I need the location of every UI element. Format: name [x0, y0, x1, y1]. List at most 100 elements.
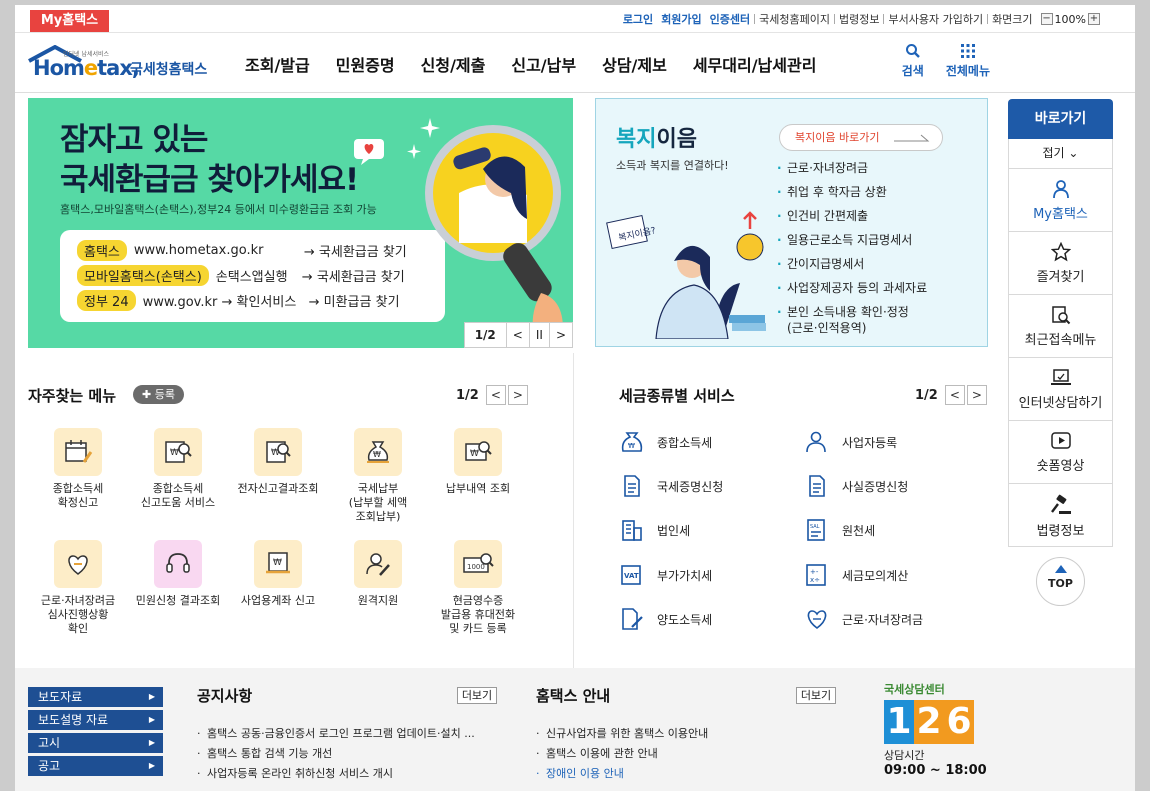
- tax-capital-gains[interactable]: 양도소득세: [619, 608, 712, 630]
- tax-simulation[interactable]: +- x÷ 세금모의계산: [804, 564, 908, 586]
- favorites-prev-button[interactable]: <: [485, 385, 506, 405]
- tax-services-prev-button[interactable]: <: [944, 385, 965, 405]
- tax-corporate[interactable]: 법인세: [619, 519, 690, 541]
- fav-civil-result[interactable]: 민원신청 결과조회: [128, 540, 228, 608]
- gnb-apply-submit[interactable]: 신청/제출: [421, 52, 486, 76]
- tax-comprehensive-income[interactable]: ₩ 종합소득세: [619, 431, 712, 453]
- notification-link[interactable]: 고시: [28, 733, 163, 753]
- quick-law-info[interactable]: 법령정보: [1008, 484, 1113, 547]
- salary-document-icon: SAL: [807, 519, 825, 541]
- footer-area: 보도자료 보도설명 자료 고시 공고 공지사항 더보기 홈택스 공동·금융인증서…: [15, 668, 1135, 791]
- nts-homepage-link[interactable]: 국세청홈페이지: [755, 11, 834, 27]
- banner-pause-button[interactable]: II: [528, 323, 549, 347]
- guide-more-button[interactable]: 더보기: [796, 687, 836, 704]
- welfare-subtitle: 소득과 복지를 연결하다!: [616, 159, 729, 172]
- hours-value: 09:00 ~ 18:00: [884, 763, 987, 778]
- gnb-civil-cert[interactable]: 민원증명: [336, 52, 395, 76]
- press-release-link[interactable]: 보도자료: [28, 687, 163, 707]
- zoom-in-button[interactable]: +: [1088, 13, 1100, 25]
- gnb-lookup-issue[interactable]: 조회/발급: [245, 52, 310, 76]
- refund-banner[interactable]: 잠자고 있는 국세환급금 찾아가세요! 홈택스,모바일홈택스(손택스),정부24 …: [28, 98, 573, 348]
- guide-item[interactable]: 홈택스 이용에 관한 안내: [536, 744, 836, 764]
- notice-item[interactable]: 홈택스 공동·금융인증서 로그인 프로그램 업데이트·설치 ...: [197, 724, 497, 744]
- fav-cash-receipt-card[interactable]: 1000 현금영수증 발급용 휴대전화 및 카드 등록: [428, 540, 528, 636]
- tax-business-registration[interactable]: 사업자등록: [804, 431, 897, 453]
- zoom-level: 100%: [1054, 12, 1086, 26]
- gnb-report-pay[interactable]: 신고/납부: [511, 52, 576, 76]
- section-divider: [573, 353, 574, 668]
- search-button[interactable]: 검색: [902, 43, 924, 79]
- dept-user-join-link[interactable]: 부서사용자 가입하기: [884, 11, 987, 27]
- cert-center-link[interactable]: 인증센터: [706, 11, 754, 27]
- fav-income-tax-help[interactable]: ₩ 종합소득세 신고도움 서비스: [128, 428, 228, 510]
- all-menu-label: 전체메뉴: [945, 64, 990, 78]
- person-edit-icon: [366, 553, 390, 576]
- screen-size-label: 화면크기: [992, 13, 1033, 26]
- calculator-icon: +-x÷: [806, 564, 826, 586]
- person-icon: [806, 431, 826, 453]
- grid-menu-icon: [960, 44, 975, 58]
- register-button[interactable]: ✚ 등록: [133, 385, 184, 404]
- quick-recent-menu[interactable]: 최근접속메뉴: [1008, 295, 1113, 358]
- tax-earned-income-credit[interactable]: 근로·자녀장려금: [804, 608, 923, 630]
- guide-item[interactable]: 장애인 이용 안내: [536, 764, 836, 784]
- favorites-next-button[interactable]: >: [507, 385, 528, 405]
- document-search-icon: ₩: [266, 441, 291, 463]
- fav-national-tax-payment[interactable]: ₩ 국세납부 (납부할 세액 조회납부): [328, 428, 428, 524]
- fav-payment-history[interactable]: ₩ 납부내역 조회: [428, 428, 528, 496]
- press-explanation-link[interactable]: 보도설명 자료: [28, 710, 163, 730]
- building-icon: [622, 520, 642, 541]
- guide-item[interactable]: 신규사업자를 위한 홈택스 이용안내: [536, 724, 836, 744]
- banner-prev-button[interactable]: <: [505, 323, 529, 347]
- notice-item[interactable]: 홈택스 통합 검색 기능 개선: [197, 744, 497, 764]
- all-menu-button[interactable]: 전체메뉴: [946, 43, 990, 79]
- call-center-label: 국세상담센터: [884, 683, 945, 696]
- welfare-box: 복지이음 소득과 복지를 연결하다! 복지이음 바로가기 근로·자녀장려금 취업…: [595, 98, 988, 347]
- welfare-item[interactable]: 사업장제공자 등의 과세자료: [777, 276, 927, 300]
- svg-text:₩: ₩: [273, 558, 282, 568]
- fav-e-filing-result[interactable]: ₩ 전자신고결과조회: [228, 428, 328, 496]
- banner-next-button[interactable]: >: [548, 323, 572, 347]
- tax-services-next-button[interactable]: >: [966, 385, 987, 405]
- welfare-item[interactable]: 일용근로소득 지급명세서: [777, 228, 927, 252]
- top-button[interactable]: TOP: [1036, 557, 1085, 606]
- fav-incentive-status[interactable]: 근로·자녀장려금 심사진행상황 확인: [28, 540, 128, 636]
- announcement-link[interactable]: 공고: [28, 756, 163, 776]
- my-hometax-tab[interactable]: My홈택스: [30, 10, 109, 32]
- login-link[interactable]: 로그인: [619, 11, 657, 27]
- tax-fact-certificate[interactable]: 사실증명신청: [804, 475, 908, 497]
- money-bag-icon: ₩: [367, 441, 389, 463]
- quick-links-title: 바로가기: [1008, 99, 1113, 139]
- cash-receipt-icon: 1000: [463, 553, 494, 573]
- fav-business-account[interactable]: ₩ 사업용계좌 신고: [228, 540, 328, 608]
- welfare-item[interactable]: 간이지급명세서: [777, 252, 927, 276]
- welfare-item[interactable]: 근로·자녀장려금: [777, 156, 927, 180]
- quick-favorites[interactable]: 즐겨찾기: [1008, 232, 1113, 295]
- join-link[interactable]: 회원가입: [657, 11, 705, 27]
- gnb-consult-report[interactable]: 상담/제보: [602, 52, 667, 76]
- gavel-icon: [1050, 494, 1071, 514]
- tax-certificate-request[interactable]: 국세증명신청: [619, 475, 723, 497]
- fav-remote-support[interactable]: 원격지원: [328, 540, 428, 608]
- quick-online-consult[interactable]: 인터넷상담하기: [1008, 358, 1113, 421]
- notice-more-button[interactable]: 더보기: [457, 687, 497, 704]
- welfare-item[interactable]: 인건비 간편제출: [777, 204, 927, 228]
- quick-shortform-video[interactable]: 숏폼영상: [1008, 421, 1113, 484]
- notice-list: 홈택스 공동·금융인증서 로그인 프로그램 업데이트·설치 ... 홈택스 통합…: [197, 724, 497, 784]
- tax-withholding[interactable]: SAL 원천세: [804, 519, 875, 541]
- zoom-out-button[interactable]: −: [1040, 13, 1053, 25]
- welfare-item[interactable]: 본인 소득내용 확인·정정 (근로·인적용역): [777, 304, 927, 336]
- law-info-link[interactable]: 법령정보: [835, 11, 883, 27]
- welfare-item[interactable]: 취업 후 학자금 상환: [777, 180, 927, 204]
- won-document-search-icon: ₩: [165, 441, 192, 463]
- welfare-link-button[interactable]: 복지이음 바로가기: [779, 124, 943, 151]
- welfare-woman-illustration: [606, 211, 766, 339]
- fav-income-tax-final[interactable]: 종합소득세 확정신고: [28, 428, 128, 510]
- gnb-tax-agent[interactable]: 세무대리/납세관리: [693, 52, 817, 76]
- notice-item[interactable]: 사업자등록 온라인 취하신청 서비스 개시: [197, 764, 497, 784]
- hometax-logo[interactable]: 인터넷 납세서비스 Hometax, 국세청홈택스: [27, 41, 212, 86]
- fold-button[interactable]: 접기 ⌄: [1008, 139, 1113, 169]
- quick-my-hometax[interactable]: My홈택스: [1008, 169, 1113, 232]
- tax-vat[interactable]: VAT 부가가치세: [619, 564, 712, 586]
- search-label: 검색: [901, 64, 924, 78]
